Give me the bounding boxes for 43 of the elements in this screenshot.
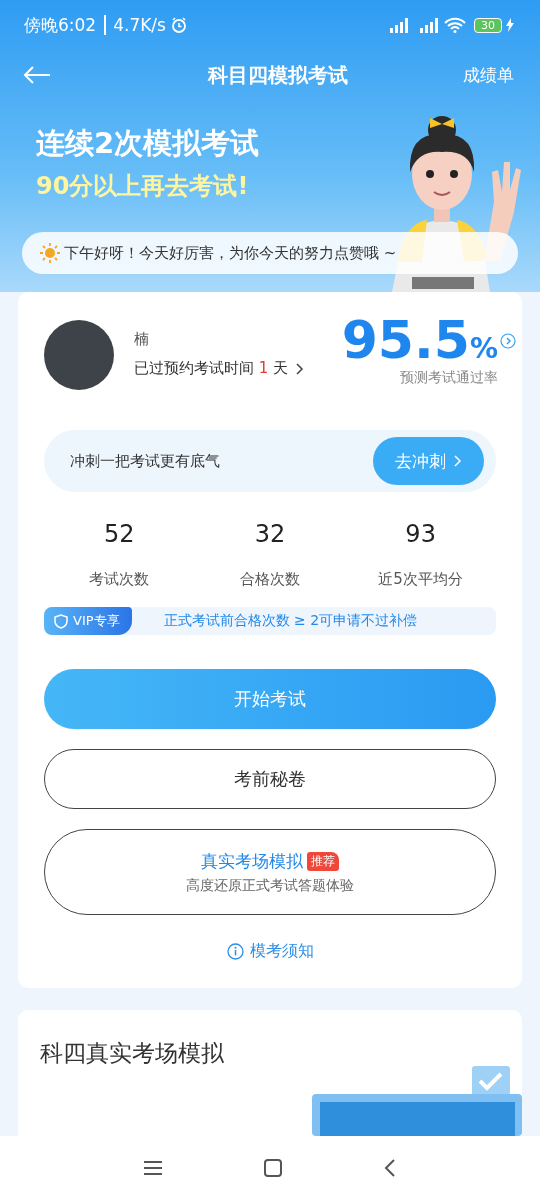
stat-label: 近5次平均分	[378, 570, 463, 589]
vip-benefit-text: 正式考试前合格次数 ≥ 2可申请不过补偿	[163, 612, 418, 630]
sprint-button[interactable]: 去冲刺	[373, 437, 484, 485]
greeting-text: 下午好呀！今天好厉害，为你今天的努力点赞哦 ~	[64, 243, 397, 263]
sprint-text: 冲刺一把考试更有底气	[70, 451, 220, 471]
pass-rate-value: 95.5%	[341, 312, 498, 370]
stat-value: 32	[254, 520, 286, 548]
real-exam-button[interactable]: 真实考场模拟 推荐 高度还原正式考试答题体验	[44, 829, 496, 915]
banner-headline: 连续2次模拟考试	[36, 125, 260, 162]
shield-icon	[54, 613, 68, 629]
back-arrow-icon[interactable]	[22, 65, 52, 85]
stat-label: 考试次数	[89, 570, 150, 589]
chevron-circle-icon[interactable]	[500, 332, 516, 349]
start-exam-button[interactable]: 开始考试	[44, 669, 496, 729]
alarm-clock-icon	[169, 16, 188, 34]
banner-subheadline: 90分以上再去考试!	[36, 171, 250, 202]
chevron-right-icon	[452, 454, 462, 468]
info-icon	[226, 943, 244, 960]
exam-notice-link[interactable]: 模考须知	[249, 941, 314, 962]
charging-icon	[506, 18, 514, 32]
page-title: 科目四模拟考试	[207, 61, 348, 89]
chevron-right-icon	[294, 361, 305, 376]
home-icon[interactable]	[262, 1157, 284, 1179]
stat-label: 合格次数	[240, 570, 300, 589]
sun-icon	[40, 243, 60, 263]
vip-badge-text: VIP专享	[73, 612, 120, 630]
network-speed: 4.7K/s	[104, 15, 166, 35]
recommend-tag: 推荐	[307, 851, 339, 871]
back-icon[interactable]	[382, 1157, 398, 1179]
section-title: 科四真实考场模拟	[40, 1039, 224, 1068]
exam-date-notice[interactable]: 已过预约考试时间 1 天	[134, 359, 289, 378]
user-name: 楠	[134, 330, 149, 349]
stat-value: 93	[405, 520, 436, 548]
score-report-link[interactable]: 成绩单	[463, 63, 514, 87]
real-exam-subtitle: 高度还原正式考试答题体验	[186, 876, 354, 895]
stat-value: 52	[104, 520, 135, 548]
menu-icon[interactable]	[142, 1159, 164, 1177]
wifi-icon	[444, 17, 466, 33]
real-exam-title: 真实考场模拟	[201, 849, 303, 873]
battery-indicator: 30	[474, 17, 502, 33]
secret-paper-button[interactable]: 考前秘卷	[44, 749, 496, 809]
status-time: 傍晚6:02	[24, 13, 97, 37]
pass-rate-label: 预测考试通过率	[400, 369, 498, 388]
